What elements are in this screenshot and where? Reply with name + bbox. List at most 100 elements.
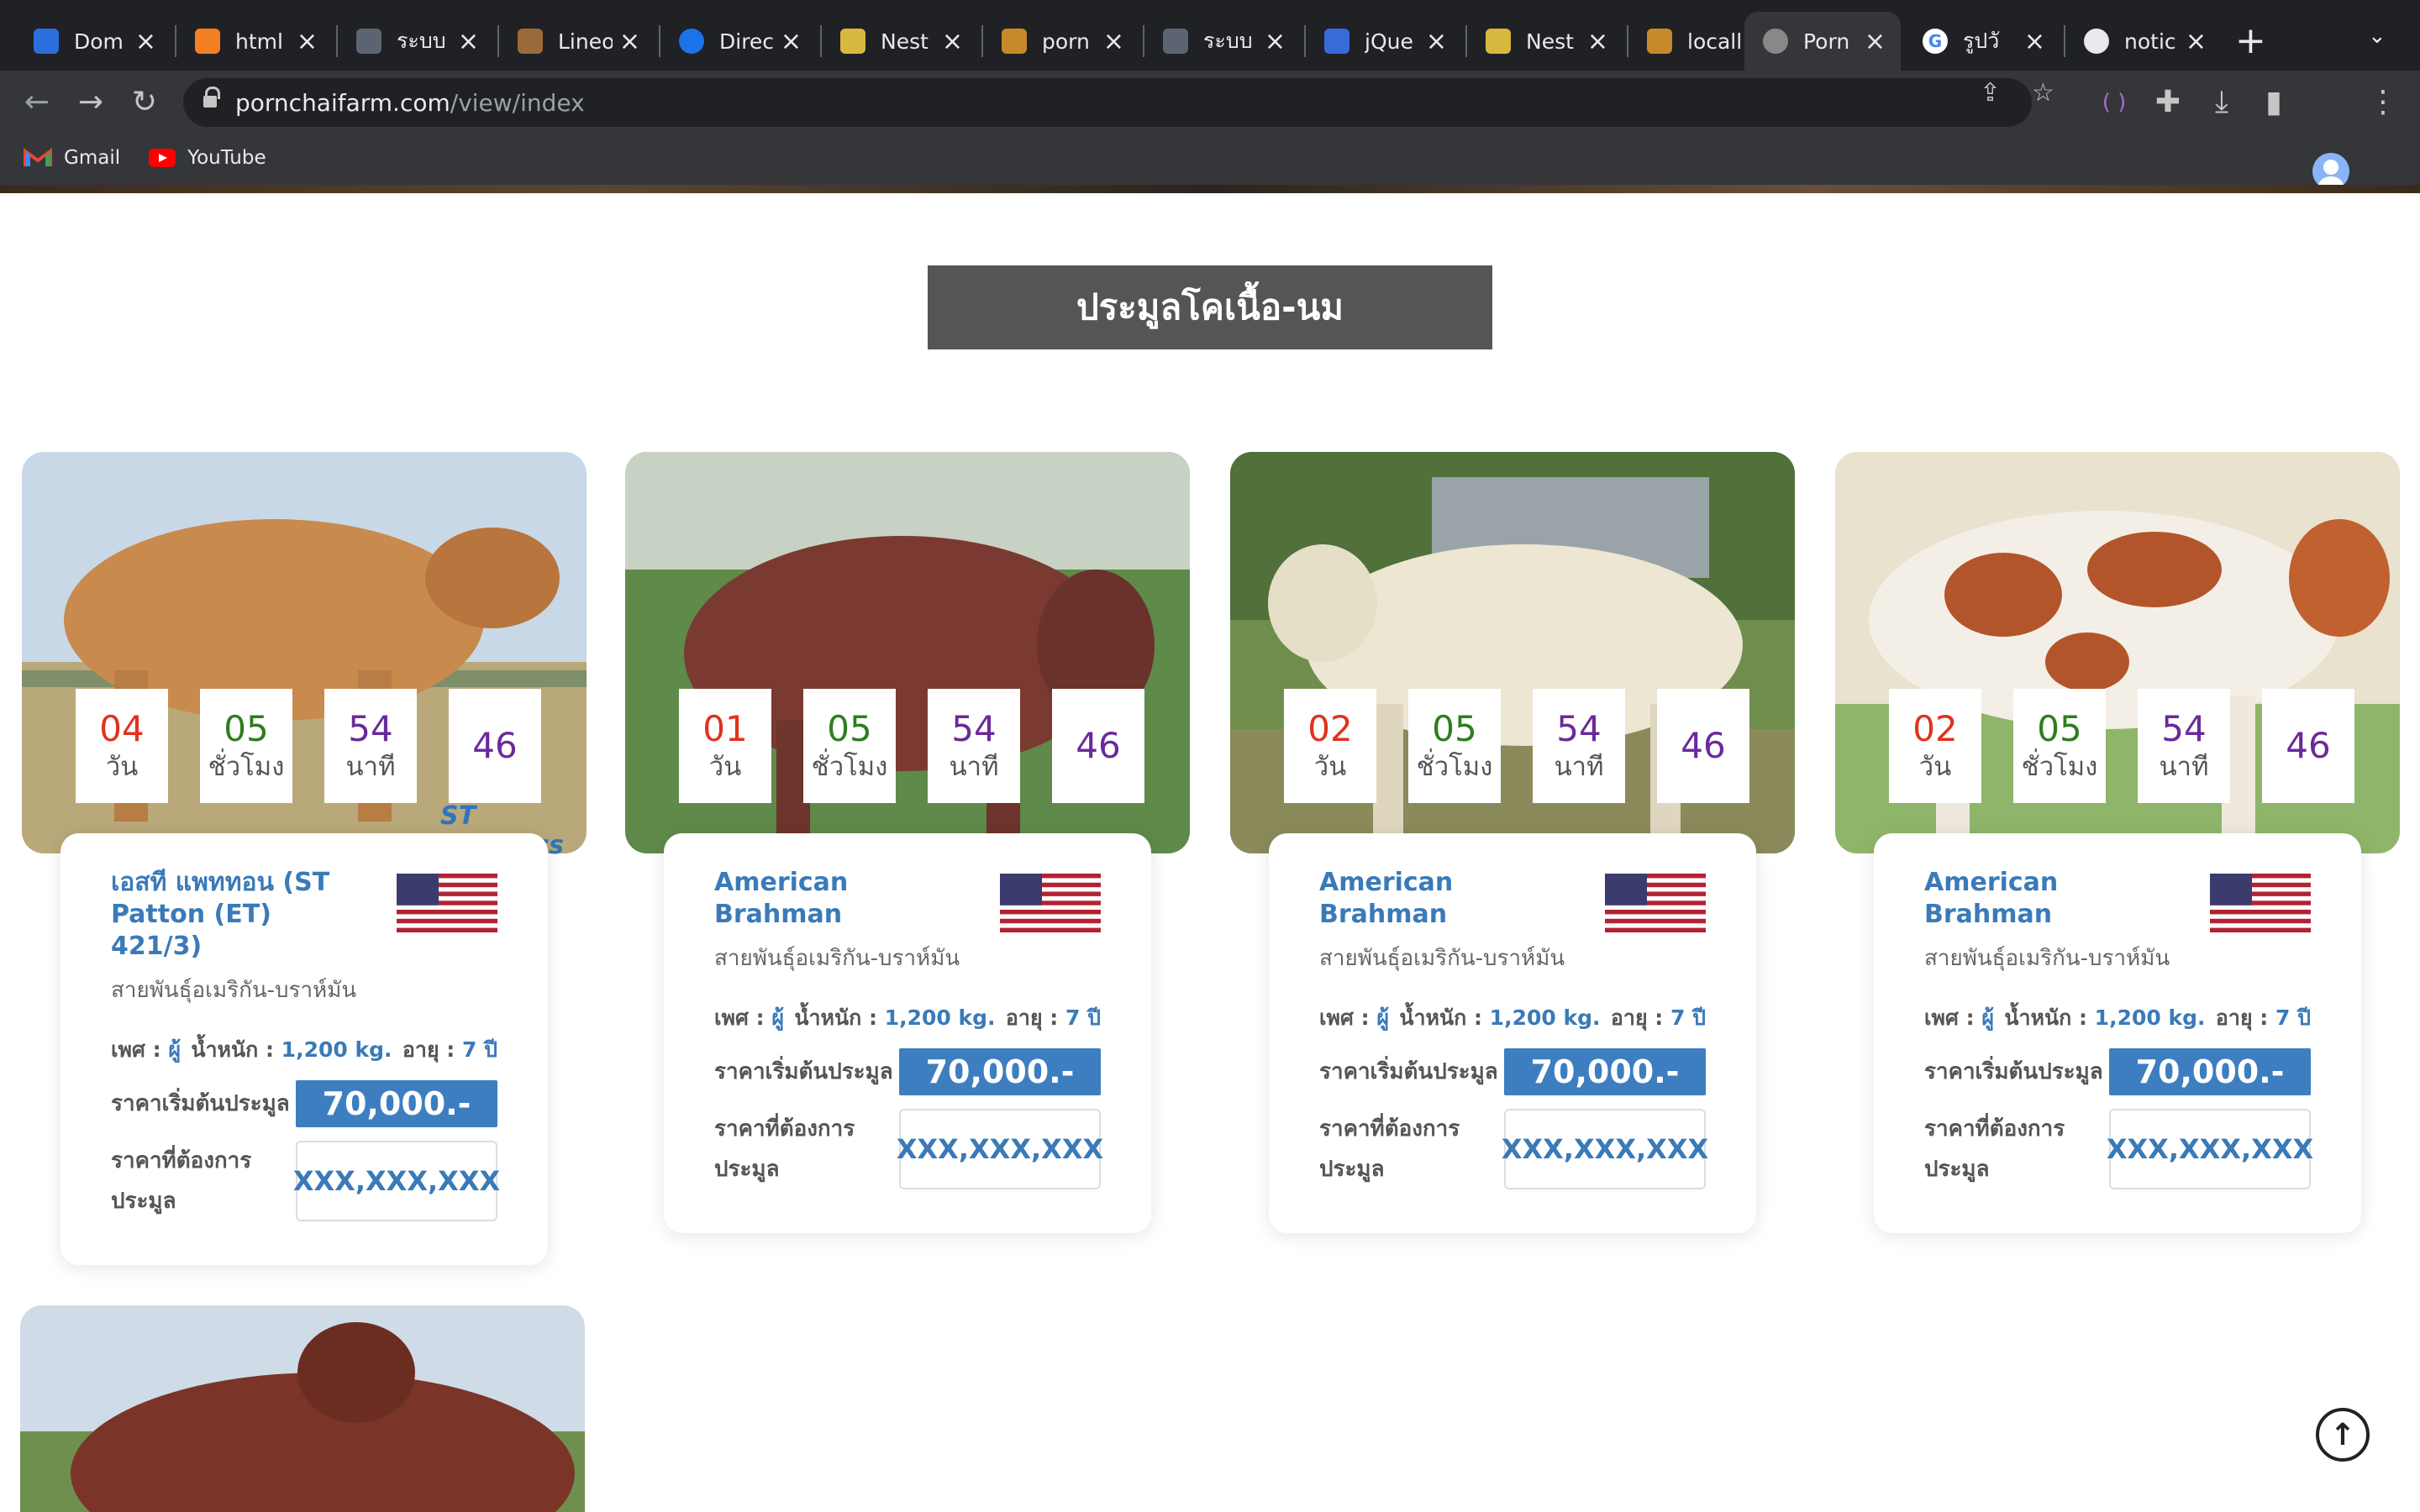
close-icon[interactable]: × bbox=[942, 27, 963, 56]
countdown-seconds: 46 bbox=[449, 689, 541, 803]
more-menu-icon[interactable]: ⋮ bbox=[2361, 81, 2405, 124]
side-panel-icon[interactable]: ▮ bbox=[2252, 81, 2296, 124]
reload-icon[interactable]: ↻ bbox=[123, 81, 166, 124]
address-bar[interactable]: pornchaifarm.com/view/index bbox=[183, 78, 2032, 127]
code-window-icon bbox=[356, 29, 381, 54]
tab-title: Nest bbox=[881, 29, 929, 54]
auction-heading: ประมูลโคเนื้อ-นม bbox=[928, 265, 1492, 349]
google-icon: G bbox=[1923, 29, 1948, 54]
close-icon[interactable]: × bbox=[1103, 27, 1124, 56]
start-price: 70,000.- bbox=[2109, 1048, 2311, 1095]
new-tab-button[interactable]: + bbox=[2235, 20, 2266, 62]
card-info: American Brahman สายพันธุ์อเมริกัน-บราห์… bbox=[1269, 833, 1756, 1233]
start-price-label: ราคาเริ่มต้นประมูล bbox=[1319, 1059, 1498, 1084]
close-icon[interactable]: × bbox=[135, 27, 156, 56]
start-price: 70,000.- bbox=[899, 1048, 1101, 1095]
cow-photo[interactable] bbox=[20, 1305, 585, 1512]
download-icon[interactable]: ⤓ bbox=[2200, 81, 2244, 124]
tab-title: jQue bbox=[1365, 29, 1413, 54]
tab-10[interactable]: Nest × bbox=[1467, 12, 1623, 71]
share-icon[interactable]: ⇪ bbox=[1980, 78, 2001, 108]
cow-name[interactable]: American Brahman bbox=[1319, 867, 1571, 931]
tab-12-active[interactable]: Porn × bbox=[1744, 12, 1901, 71]
tab-3[interactable]: ระบบ × bbox=[338, 12, 494, 71]
cow-name[interactable]: American Brahman bbox=[1924, 867, 2176, 931]
tab-5[interactable]: Direc × bbox=[660, 12, 817, 71]
tab-7[interactable]: porn × bbox=[983, 12, 1139, 71]
tab-8[interactable]: ระบบ × bbox=[1144, 12, 1301, 71]
puzzle-icon[interactable]: ✚ bbox=[2146, 81, 2190, 124]
usa-flag-icon bbox=[1000, 874, 1101, 932]
start-price-label: ราคาเริ่มต้นประมูล bbox=[714, 1059, 893, 1084]
close-icon[interactable]: × bbox=[619, 27, 640, 56]
bookmarks-bar: Gmail YouTube bbox=[0, 134, 2420, 181]
tab-2[interactable]: html × bbox=[176, 12, 333, 71]
bookmark-label: Gmail bbox=[64, 147, 121, 169]
bookmark-label: YouTube bbox=[187, 147, 266, 169]
close-icon[interactable]: × bbox=[2186, 27, 2207, 56]
close-icon[interactable]: × bbox=[1865, 27, 1886, 56]
tab-title: ระบบ bbox=[1203, 29, 1253, 53]
back-arrow-icon[interactable]: ← bbox=[15, 81, 59, 124]
close-icon[interactable]: × bbox=[1265, 27, 1286, 56]
tab-14[interactable]: notic × bbox=[2065, 12, 2222, 71]
bid-price-field[interactable]: XXX,XXX,XXX bbox=[1502, 1109, 1708, 1189]
close-icon[interactable]: × bbox=[781, 27, 802, 56]
farm-logo-icon bbox=[1763, 29, 1788, 54]
tab-title: ระบบ bbox=[397, 29, 446, 53]
want-price-label: ราคาที่ต้องการประมูล bbox=[111, 1148, 252, 1214]
countdown-minutes: 54 นาที bbox=[1533, 689, 1625, 803]
chevron-down-icon[interactable]: ⌄ bbox=[2368, 24, 2386, 49]
close-icon[interactable]: × bbox=[458, 27, 479, 56]
bookmark-gmail[interactable]: Gmail bbox=[24, 147, 120, 169]
tab-1[interactable]: Dom × bbox=[15, 12, 171, 71]
tab-4[interactable]: Lineo × bbox=[499, 12, 655, 71]
bid-price-field[interactable]: XXX,XXX,XXX bbox=[2107, 1109, 2313, 1189]
cow-specs: เพศ : ผู้ น้ำหนัก : 1,200 kg. อายุ : 7 ป… bbox=[111, 1037, 497, 1062]
cow-name[interactable]: เอสที แพททอน (ST Patton (ET) 421/3) bbox=[111, 867, 363, 963]
star-icon[interactable]: ☆ bbox=[2032, 78, 2054, 108]
tab-title: locall bbox=[1687, 29, 1742, 54]
countdown-hours: 05 ชั่วโมง bbox=[200, 689, 292, 803]
page-content: ประมูลโคเนื้อ-นม ST Genetics 04วัน 05ชั่… bbox=[0, 193, 2420, 1512]
tab-9[interactable]: jQue × bbox=[1306, 12, 1462, 71]
cow-breed: สายพันธุ์อเมริกัน-บราห์มัน bbox=[1319, 946, 1565, 971]
tab-strip: Dom × html × ระบบ × Lineo × Direc × Nest × por… bbox=[0, 0, 2420, 71]
countdown-days: 02 วัน bbox=[1889, 689, 1981, 803]
bookmark-youtube[interactable]: YouTube bbox=[149, 147, 266, 169]
want-price-label: ราคาที่ต้องการประมูล bbox=[1924, 1116, 2065, 1182]
close-icon[interactable]: × bbox=[297, 27, 318, 56]
gmail-icon bbox=[24, 148, 52, 168]
url-host: pornchaifarm.com bbox=[235, 88, 450, 117]
start-price: 70,000.- bbox=[296, 1080, 497, 1127]
start-price: 70,000.- bbox=[1504, 1048, 1706, 1095]
browser-toolbar: ← → ↻ pornchaifarm.com/view/index ⇪ ☆ ( … bbox=[0, 71, 2420, 190]
youtube-icon bbox=[149, 149, 176, 167]
tab-6[interactable]: Nest × bbox=[822, 12, 978, 71]
want-price-label: ราคาที่ต้องการประมูล bbox=[1319, 1116, 1460, 1182]
countdown-days: 01 วัน bbox=[679, 689, 771, 803]
arrow-up-icon: ↑ bbox=[2329, 1417, 2356, 1452]
card-info: American Brahman สายพันธุ์อเมริกัน-บราห์… bbox=[664, 833, 1151, 1233]
tab-title: notic bbox=[2124, 29, 2176, 54]
close-icon[interactable]: × bbox=[1426, 27, 1447, 56]
start-price-label: ราคาเริ่มต้นประมูล bbox=[1924, 1059, 2103, 1084]
bid-price-field[interactable]: XXX,XXX,XXX bbox=[897, 1109, 1103, 1189]
scroll-to-top-button[interactable]: ↑ bbox=[2316, 1408, 2370, 1462]
nest-icon bbox=[840, 29, 865, 54]
forward-arrow-icon[interactable]: → bbox=[69, 81, 113, 124]
close-icon[interactable]: × bbox=[2024, 27, 2045, 56]
cow-name[interactable]: American Brahman bbox=[714, 867, 966, 931]
start-price-label: ราคาเริ่มต้นประมูล bbox=[111, 1091, 290, 1116]
circle-app-icon bbox=[679, 29, 704, 54]
bid-price-field[interactable]: XXX,XXX,XXX bbox=[293, 1141, 500, 1221]
farm-logo-icon bbox=[1002, 29, 1027, 54]
extension-app-icon[interactable]: ( ) bbox=[2092, 81, 2136, 124]
countdown-seconds: 46 bbox=[1657, 689, 1749, 803]
cow-breed: สายพันธุ์อเมริกัน-บราห์มัน bbox=[111, 978, 357, 1003]
countdown-days: 04 วัน bbox=[76, 689, 168, 803]
close-icon[interactable]: × bbox=[1587, 27, 1608, 56]
usa-flag-icon bbox=[397, 874, 497, 932]
tab-13[interactable]: G รูปวั × bbox=[1904, 12, 2060, 71]
tab-title: html bbox=[235, 29, 283, 54]
